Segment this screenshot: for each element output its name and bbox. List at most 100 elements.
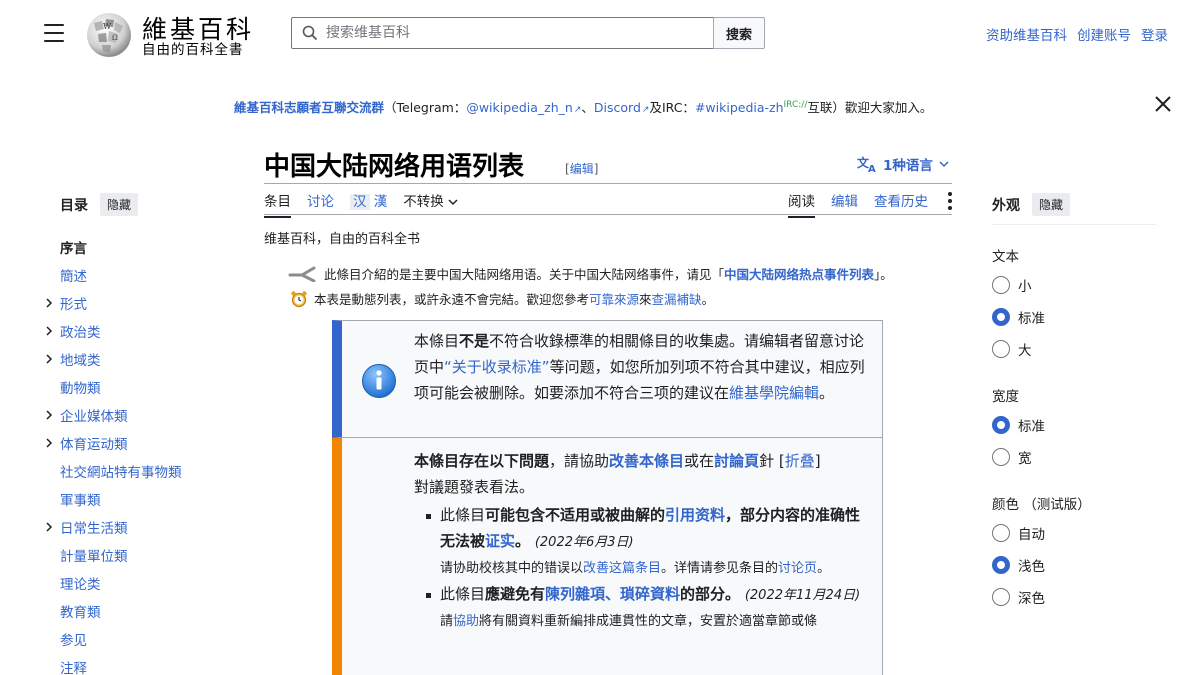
toc-item-label: 社交網站特有事物類 [60,465,182,481]
article-talk-link[interactable]: 讨论页 [778,561,817,576]
reliable-sources-link[interactable]: 可靠來源 [589,292,639,307]
radio-button[interactable] [992,588,1010,606]
toc-item[interactable]: 形式 [46,289,210,317]
color-label: 颜色 （测试版） [992,497,1091,513]
color-option-label: 深色 [1018,591,1045,607]
improve-article-link[interactable]: 改善本條目 [609,452,684,470]
search-input[interactable] [326,25,696,41]
edit-link-text[interactable]: 编辑 [570,162,594,176]
trivia-link[interactable]: 陳列雜項、瑣碎資料 [545,585,680,603]
text-size-section: 文本 小标准大 [992,241,1156,365]
toc-item[interactable]: 簡述 [60,261,210,289]
radio-button[interactable] [992,276,1010,294]
color-option[interactable]: 深色 [992,581,1156,613]
hatnote-dynamic-list: 本表是動態列表，或許永遠不會完結。歡迎您參考可靠來源來查漏補缺。 [290,289,714,308]
toc-item-label: 形式 [60,297,87,313]
toc-item[interactable]: 序言 [60,233,210,261]
toc-item[interactable]: 参见 [60,625,210,653]
radio-button[interactable] [992,340,1010,358]
help-link[interactable]: 協助 [453,614,479,629]
notice-box-collection-text: 本條目不是不符合收錄標準的相關條目的收集處。请编辑者留意讨论页中“关于收录标准”… [414,328,869,406]
radio-button[interactable] [992,448,1010,466]
issue2-a: 此條目 [440,585,486,603]
toc-header: 目录 隐藏 [60,193,210,216]
radio-button[interactable] [992,416,1010,434]
fill-gaps-link[interactable]: 查漏補缺 [652,292,702,307]
login-link[interactable]: 登录 [1141,24,1168,44]
inclusion-criteria-link[interactable]: “关于收录标准” [444,358,550,376]
appearance-hide-button[interactable]: 隐藏 [1032,193,1071,216]
main-menu-button[interactable] [44,24,64,42]
edit-title-link[interactable]: [编辑] [565,160,598,177]
chevron-right-icon[interactable] [45,298,53,308]
toc-item[interactable]: 体育运动類 [46,429,210,457]
toc-item[interactable]: 注释 [60,653,210,675]
color-option[interactable]: 浅色 [992,549,1156,581]
toc-item[interactable]: 日常生活類 [46,513,210,541]
toc-item-label: 動物類 [60,381,101,397]
appearance-title: 外观 [992,197,1020,214]
toc-item[interactable]: 理论类 [60,569,210,597]
language-button[interactable]: 文 A 1种语言 [857,154,949,174]
tab-edit[interactable]: 编辑 [831,190,858,216]
toc-item[interactable]: 軍事類 [60,485,210,513]
toc-item[interactable]: 動物類 [60,373,210,401]
hotspot-list-link[interactable]: 中国大陆网络热点事件列表 [724,267,874,282]
toc-hide-button[interactable]: 隐藏 [100,193,139,216]
toc-item[interactable]: 地域类 [46,345,210,373]
close-icon[interactable] [1154,95,1172,113]
discord-link[interactable]: Discord [594,100,641,115]
search-button[interactable]: 搜索 [713,17,765,49]
chevron-right-icon[interactable] [45,438,53,448]
issue1-detail-a: 请协助校核其中的错误以 [440,561,584,576]
create-account-link[interactable]: 创建账号 [1077,24,1131,44]
notice-box-collection: 本條目不是不符合收錄標準的相關條目的收集處。请编辑者留意讨论页中“关于收录标准”… [332,320,883,438]
toc-item[interactable]: 政治类 [46,317,210,345]
toc-item-label: 計量單位類 [60,549,128,565]
verify-link[interactable]: 证实 [485,532,515,550]
toc-list: 序言簡述形式政治类 地域类動物類企业媒体類 体育运动類社交網站特有事物類軍事類 日常生… [46,233,210,675]
wikiversity-edit-link[interactable]: 維基學院編輯 [729,384,819,402]
more-actions-icon[interactable] [948,192,952,210]
tab-history[interactable]: 查看历史 [874,190,928,216]
text-size-option[interactable]: 标准 [992,301,1156,333]
talk-page-link[interactable]: 討論頁 [714,452,759,470]
toc-item[interactable]: 社交網站特有事物類 [60,457,210,485]
table-of-contents: 目录 隐藏 序言簡述形式政治类 地域类動物類企业媒体類 体育运动類社交網站特有事物類… [46,193,210,675]
width-label: 宽度 [992,389,1019,405]
text-size-option[interactable]: 小 [992,269,1156,301]
width-option[interactable]: 宽 [992,441,1156,473]
chevron-right-icon[interactable] [45,410,53,420]
width-option[interactable]: 标准 [992,409,1156,441]
toc-item-label: 理论类 [60,577,101,593]
wikipedia-globe-logo[interactable]: W Ω [84,9,134,59]
text-size-option[interactable]: 大 [992,333,1156,365]
improve-this-article-link[interactable]: 改善这篇条目 [583,561,661,576]
color-option[interactable]: 自动 [992,517,1156,549]
toc-item[interactable]: 計量單位類 [60,541,210,569]
irc-label: IRC： [661,100,695,115]
variant-hans[interactable]: 汉 [350,194,370,210]
chevron-right-icon[interactable] [45,326,53,336]
toc-item[interactable]: 企业媒体類 [46,401,210,429]
variant-hant[interactable]: 漢 [374,194,388,210]
donate-link[interactable]: 资助维基百科 [986,24,1067,44]
collapse-link[interactable]: 折叠 [785,452,815,470]
issue2-bold: 應避免有 [485,585,546,603]
cited-sources-link[interactable]: 引用资料 [665,506,725,524]
radio-button[interactable] [992,308,1010,326]
text-size-option-label: 标准 [1018,311,1045,327]
toc-item[interactable]: 教育類 [60,597,210,625]
radio-button[interactable] [992,524,1010,542]
irc-link[interactable]: #wikipedia-zh [695,100,784,115]
issue1-bold: 可能包含不适用或被曲解的 [485,506,666,524]
volunteer-group-link[interactable]: 維基百科志願者互聯交流群 [234,100,384,115]
telegram-link[interactable]: @wikipedia_zh_n [466,100,573,115]
info-icon [362,364,396,398]
search-field[interactable] [291,17,714,49]
chevron-right-icon[interactable] [45,522,53,532]
site-logo-subtitle: 自由的百科全書 [142,42,244,58]
toc-item-label: 簡述 [60,269,87,285]
chevron-right-icon[interactable] [45,354,53,364]
radio-button[interactable] [992,556,1010,574]
